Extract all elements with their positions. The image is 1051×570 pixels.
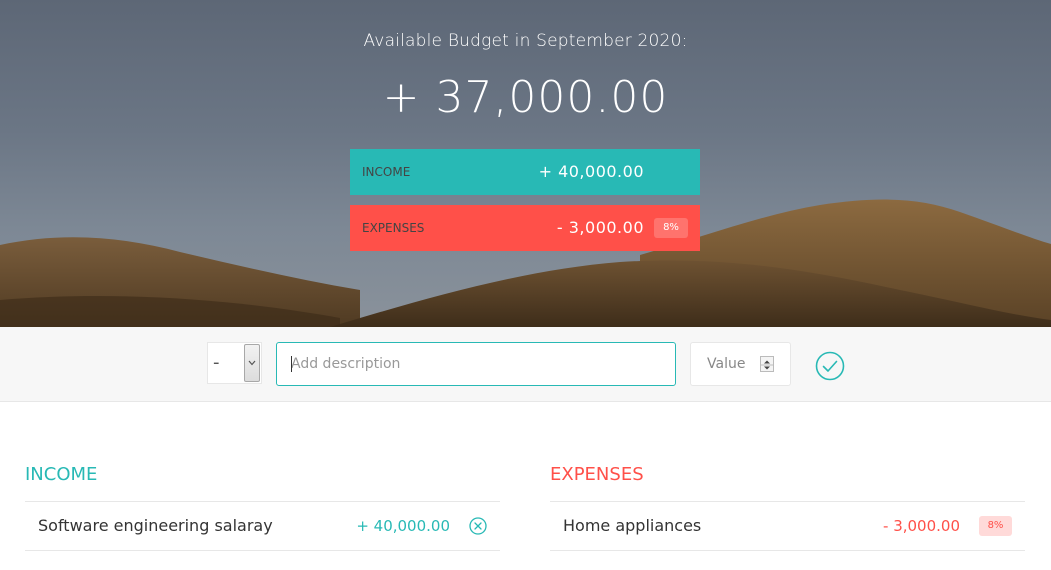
- budget-summary: Available Budget in September 2020: + 37…: [0, 0, 1051, 126]
- add-entry-bar: - Value: [0, 327, 1051, 402]
- item-value: + 40,000.00: [356, 517, 450, 535]
- item-percentage-badge: 8%: [979, 516, 1012, 536]
- income-list: Income Software engineering salaray + 40…: [25, 460, 500, 551]
- checkmark-circle-icon: [815, 351, 845, 381]
- type-select[interactable]: -: [207, 342, 262, 384]
- budget-expenses-percentage: 8%: [654, 218, 688, 238]
- delete-item-button[interactable]: [469, 517, 487, 535]
- chevron-down-icon[interactable]: [244, 344, 260, 382]
- item-description: Home appliances: [563, 516, 702, 535]
- budget-income-row: Income + 40,000.00: [350, 149, 700, 195]
- value-input[interactable]: Value: [690, 342, 791, 386]
- list-item: Home appliances - 3,000.00 8%: [550, 501, 1025, 551]
- budget-expenses-row: Expenses - 3,000.00 8%: [350, 205, 700, 251]
- text-cursor: [291, 356, 292, 372]
- type-select-value: -: [213, 352, 220, 373]
- income-list-title: Income: [25, 464, 98, 485]
- budget-expenses-label: Expenses: [362, 221, 425, 235]
- expenses-list: Expenses Home appliances - 3,000.00 8%: [550, 460, 1025, 551]
- number-spinner-icon[interactable]: [760, 356, 774, 372]
- value-input-placeholder: Value: [707, 356, 746, 372]
- close-circle-icon: [469, 517, 487, 535]
- add-submit-button[interactable]: [814, 350, 846, 382]
- item-description: Software engineering salaray: [38, 516, 273, 535]
- budget-income-value: + 40,000.00: [538, 162, 644, 181]
- list-item: Software engineering salaray + 40,000.00: [25, 501, 500, 551]
- budget-title: Available Budget in September 2020:: [363, 31, 688, 51]
- item-value: - 3,000.00: [883, 517, 960, 535]
- budget-header: Available Budget in September 2020: + 37…: [0, 0, 1051, 327]
- expenses-list-title: Expenses: [550, 464, 644, 485]
- description-input[interactable]: [276, 342, 676, 386]
- budget-income-label: Income: [362, 165, 411, 179]
- budget-expenses-value: - 3,000.00: [556, 218, 644, 237]
- budget-value: + 37,000.00: [382, 72, 669, 123]
